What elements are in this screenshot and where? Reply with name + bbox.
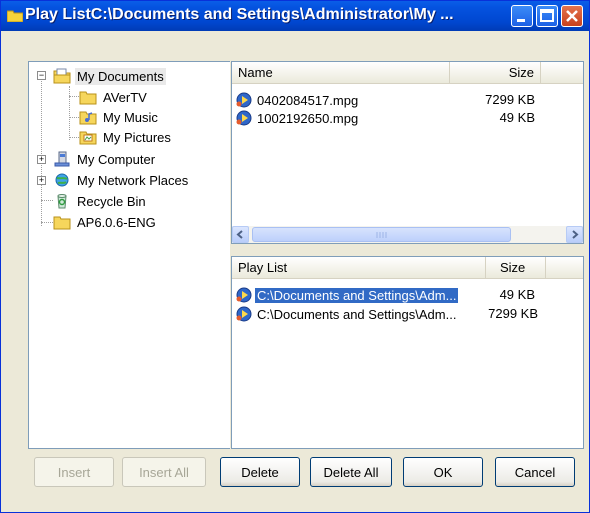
file-list[interactable]: Name Size 0402084517.mpg 7299 KB 1002192… [231,61,584,244]
tree-item-avertv[interactable]: AVerTV [79,87,149,107]
tree-item-recycle-bin[interactable]: Recycle Bin [53,191,148,211]
file-name: 1002192650.mpg [257,110,359,126]
file-name: 0402084517.mpg [257,92,359,108]
tree-item-label: My Documents [75,67,166,85]
documents-folder-icon [53,68,71,84]
play-list[interactable]: Play List Size C:\Documents and Settings… [231,256,584,449]
title-bar[interactable]: Play ListC:\Documents and Settings\Admin… [1,1,589,31]
button-bar: Insert Insert All Delete Delete All OK C… [28,449,584,495]
recycle-bin-icon [57,194,67,209]
close-icon [566,10,578,22]
delete-all-button[interactable]: Delete All [310,457,392,487]
tree-item-my-music[interactable]: My Music [79,107,160,127]
media-file-icon [236,110,252,126]
tree-line [41,200,53,201]
chevron-left-icon [236,230,243,239]
insert-all-button[interactable]: Insert All [122,457,206,487]
cancel-button[interactable]: Cancel [495,457,575,487]
window-title: Play ListC:\Documents and Settings\Admin… [25,6,454,23]
minimize-button[interactable] [511,5,533,27]
scroll-right-button[interactable] [566,226,583,243]
folder-icon [53,216,71,230]
delete-button[interactable]: Delete [220,457,300,487]
insert-button[interactable]: Insert [34,457,114,487]
tree-item-my-network-places[interactable]: My Network Places [53,170,190,190]
chevron-right-icon [572,230,579,239]
play-list-path: C:\Documents and Settings\Adm... [257,306,457,322]
tree-expander-my-network-places[interactable]: + [37,176,46,185]
tree-item-ap6-0-6-eng[interactable]: AP6.0.6-ENG [53,212,158,232]
tree-item-my-computer[interactable]: My Computer [53,149,157,169]
minimize-icon [517,19,525,22]
close-button[interactable] [561,5,583,27]
music-folder-icon [79,111,97,125]
tree-item-my-documents[interactable]: My Documents [53,66,166,86]
column-header-play-list[interactable]: Play List [232,257,486,279]
play-list-size: 7299 KB [488,306,538,321]
play-list-size: 49 KB [499,287,535,302]
folder-icon [6,9,24,23]
tree-line [69,86,70,140]
tree-line [69,96,79,97]
file-list-header: Name Size [232,62,583,84]
media-file-icon [236,92,252,108]
tree-item-label: My Pictures [103,129,171,145]
tree-item-label: AP6.0.6-ENG [77,214,156,230]
media-file-icon [236,306,252,322]
file-row[interactable]: 0402084517.mpg [236,91,360,109]
play-list-header: Play List Size [232,257,583,279]
tree-item-my-pictures[interactable]: My Pictures [79,127,173,147]
column-header-name[interactable]: Name [232,62,450,84]
computer-icon [54,151,70,167]
tree-expander-my-computer[interactable]: + [37,155,46,164]
folder-icon [79,91,97,105]
tree-item-label: AVerTV [103,89,147,105]
column-header-size[interactable]: Size [486,257,546,279]
network-icon [55,173,69,187]
tree-line [69,117,79,118]
maximize-icon [540,9,554,22]
tree-line [41,76,42,226]
file-row[interactable]: 1002192650.mpg [236,109,360,127]
column-header-size[interactable]: Size [450,62,541,84]
grip-icon [376,232,387,238]
scroll-left-button[interactable] [232,226,249,243]
tree-item-label: Recycle Bin [77,193,146,209]
play-list-row[interactable]: C:\Documents and Settings\Adm... [236,286,459,304]
play-list-row[interactable]: C:\Documents and Settings\Adm... [236,305,458,323]
tree-line [41,222,53,223]
media-file-icon [236,287,252,303]
tree-item-label: My Network Places [77,172,189,188]
horizontal-scrollbar[interactable] [232,226,583,243]
pictures-folder-icon [79,131,97,145]
play-list-path: C:\Documents and Settings\Adm... [255,287,459,303]
folder-tree[interactable]: − + + My Documents AVerTV My Music My Pi… [28,61,231,449]
tree-line [69,137,79,138]
scroll-thumb[interactable] [252,227,511,242]
ok-button[interactable]: OK [403,457,483,487]
tree-expander-my-documents[interactable]: − [37,71,46,80]
file-size: 49 KB [499,110,535,125]
maximize-button[interactable] [536,5,558,27]
tree-item-label: My Computer [77,151,156,167]
file-size: 7299 KB [485,92,535,107]
play-list-window: Play ListC:\Documents and Settings\Admin… [0,0,590,513]
tree-item-label: My Music [103,109,158,125]
